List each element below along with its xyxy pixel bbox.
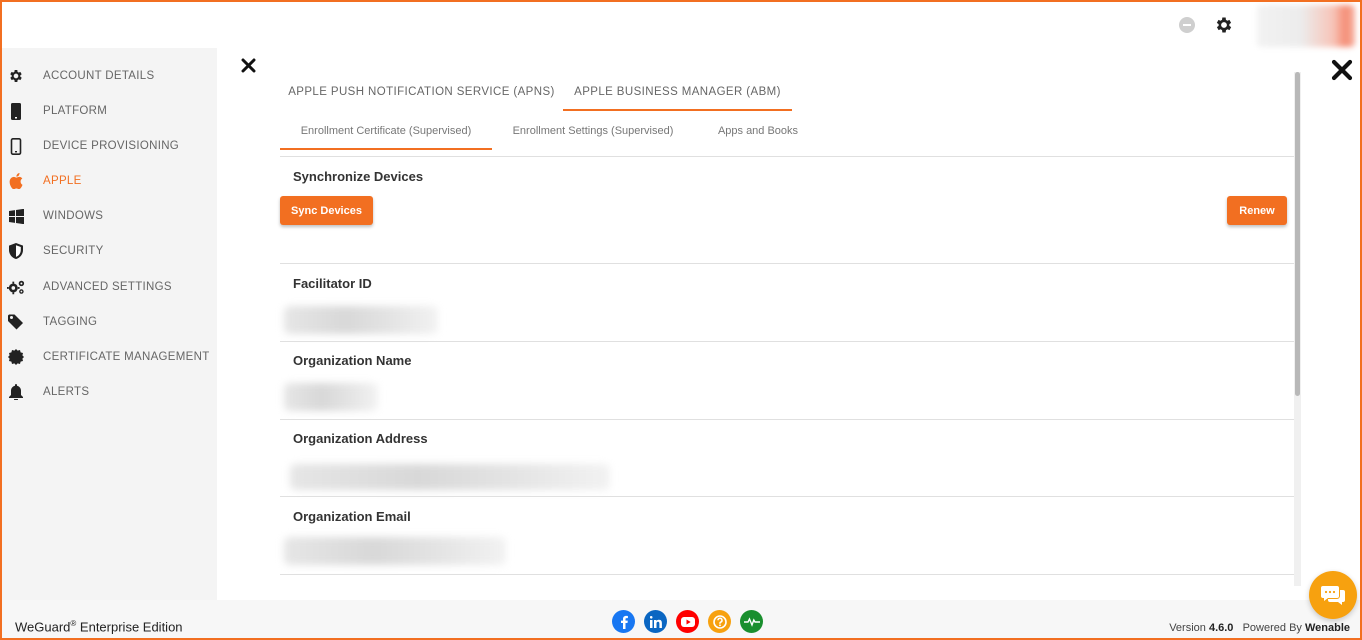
youtube-icon[interactable] <box>676 610 699 633</box>
organization-email-label: Organization Email <box>293 509 411 524</box>
organization-address-label: Organization Address <box>293 431 428 446</box>
phone-icon <box>7 102 25 120</box>
brand-name: WeGuard® Enterprise Edition <box>15 619 183 635</box>
sidebar-item-windows[interactable]: WINDOWS <box>2 201 217 231</box>
sidebar-item-label: ADVANCED SETTINGS <box>43 281 172 293</box>
close-icon[interactable] <box>240 57 257 74</box>
top-bar <box>2 2 1360 48</box>
gear-icon <box>7 67 25 85</box>
gear-icon[interactable] <box>1214 15 1234 35</box>
tag-icon <box>7 313 25 331</box>
sidebar-item-advanced-settings[interactable]: ADVANCED SETTINGS <box>2 272 217 302</box>
windows-icon <box>7 207 25 225</box>
sidebar: ACCOUNT DETAILS PLATFORM DEVICE PROVISIO… <box>2 48 217 600</box>
facilitator-id-label: Facilitator ID <box>293 276 372 291</box>
sidebar-item-tagging[interactable]: TAGGING <box>2 307 217 337</box>
sidebar-item-certificate-management[interactable]: CERTIFICATE MANAGEMENT <box>2 342 217 372</box>
tab-enrollment-settings[interactable]: Enrollment Settings (Supervised) <box>496 119 690 150</box>
chat-icon[interactable] <box>1309 571 1357 619</box>
linkedin-icon[interactable] <box>644 610 667 633</box>
tab-abm[interactable]: APPLE BUSINESS MANAGER (ABM) <box>563 78 792 111</box>
apple-icon <box>7 172 25 190</box>
organization-email-value <box>284 537 506 565</box>
renew-button[interactable]: Renew <box>1227 196 1287 225</box>
sidebar-item-alerts[interactable]: ALERTS <box>2 377 217 407</box>
help-icon[interactable] <box>708 610 731 633</box>
sidebar-item-apple[interactable]: APPLE <box>2 166 217 196</box>
tab-enrollment-certificate[interactable]: Enrollment Certificate (Supervised) <box>280 119 492 150</box>
sidebar-item-label: CERTIFICATE MANAGEMENT <box>43 351 210 363</box>
divider <box>280 496 1296 497</box>
sidebar-item-label: PLATFORM <box>43 105 108 117</box>
avatar[interactable] <box>1257 5 1355 47</box>
sidebar-item-label: APPLE <box>43 175 82 187</box>
close-panel-icon[interactable] <box>1331 59 1353 81</box>
sidebar-item-account-details[interactable]: ACCOUNT DETAILS <box>2 61 217 91</box>
gears-icon <box>7 278 25 296</box>
organization-address-value <box>290 464 610 490</box>
scrollbar-thumb[interactable] <box>1295 72 1300 396</box>
shield-icon <box>7 242 25 260</box>
divider <box>280 263 1296 264</box>
divider <box>280 341 1296 342</box>
sidebar-item-platform[interactable]: PLATFORM <box>2 96 217 126</box>
activity-icon[interactable] <box>740 610 763 633</box>
sidebar-item-security[interactable]: SECURITY <box>2 236 217 266</box>
version-info: Version 4.6.0 Powered By Wenable <box>1169 622 1350 634</box>
sidebar-item-label: DEVICE PROVISIONING <box>43 140 180 152</box>
sidebar-item-device-provisioning[interactable]: DEVICE PROVISIONING <box>2 131 217 161</box>
organization-name-value <box>284 383 378 411</box>
sidebar-item-label: WINDOWS <box>43 210 104 222</box>
scrollbar[interactable] <box>1294 72 1301 586</box>
sidebar-item-label: SECURITY <box>43 245 104 257</box>
facebook-icon[interactable] <box>612 610 635 633</box>
bell-icon <box>7 383 25 401</box>
sync-title: Synchronize Devices <box>293 169 424 184</box>
tab-apns[interactable]: APPLE PUSH NOTIFICATION SERVICE (APNS) <box>281 78 562 111</box>
minus-circle-icon[interactable] <box>1179 17 1195 33</box>
organization-name-label: Organization Name <box>293 353 412 368</box>
sidebar-item-label: ACCOUNT DETAILS <box>43 70 155 82</box>
certificate-icon <box>7 348 25 366</box>
footer: WeGuard® Enterprise Edition Version 4.6.… <box>2 600 1360 638</box>
divider <box>280 156 1296 157</box>
divider <box>280 419 1296 420</box>
mobile-outline-icon <box>7 137 25 155</box>
divider <box>280 574 1296 575</box>
sidebar-item-label: TAGGING <box>43 316 98 328</box>
tab-apps-and-books[interactable]: Apps and Books <box>700 119 816 150</box>
sync-devices-button[interactable]: Sync Devices <box>280 196 373 225</box>
sidebar-item-label: ALERTS <box>43 386 90 398</box>
facilitator-id-value <box>284 306 438 334</box>
